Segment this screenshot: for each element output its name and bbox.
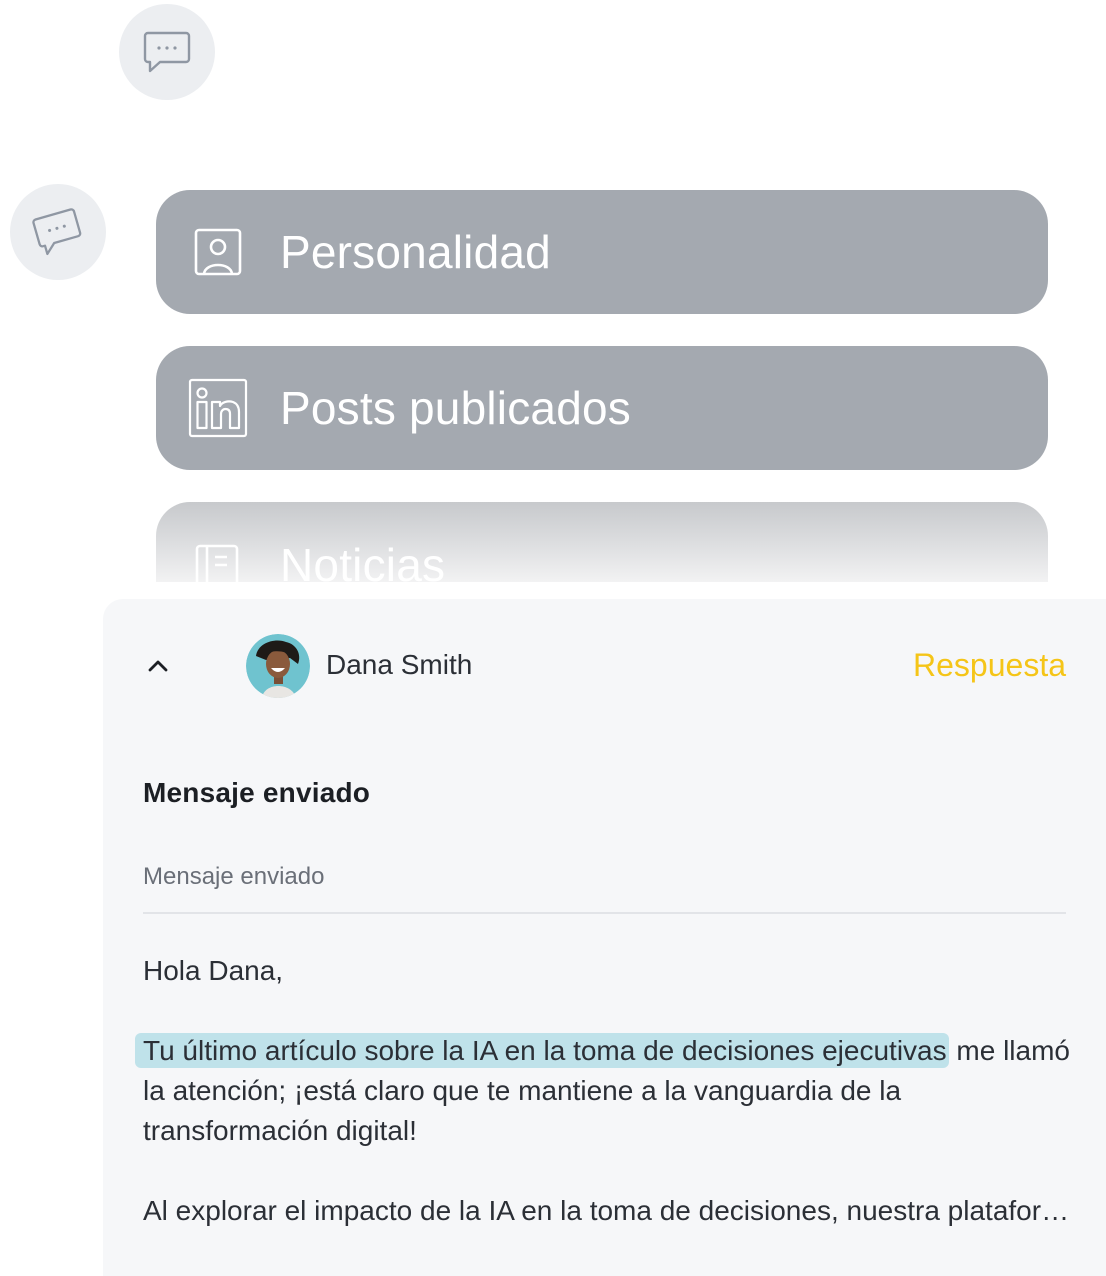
chevron-up-icon bbox=[148, 660, 168, 672]
highlighted-text: Tu último artículo sobre la IA en la tom… bbox=[135, 1033, 949, 1068]
profile-card-icon bbox=[188, 222, 248, 282]
contact-name: Dana Smith bbox=[326, 649, 473, 680]
chat-bubble-icon bbox=[10, 184, 106, 280]
collapse-button[interactable] bbox=[143, 651, 173, 681]
message-greeting: Hola Dana, bbox=[143, 955, 284, 986]
channel-label: Noticias bbox=[280, 539, 446, 582]
divider bbox=[143, 912, 1066, 914]
linkedin-icon bbox=[188, 378, 248, 438]
chat-bubble-icon bbox=[119, 4, 215, 100]
news-icon bbox=[188, 538, 248, 582]
message-subject: Mensaje enviado bbox=[143, 863, 325, 890]
message-paragraph: Al explorar el impacto de la IA en la to… bbox=[143, 1195, 1071, 1226]
message-card: Dana Smith Respuesta Mensaje enviado Men… bbox=[103, 599, 1106, 1276]
page: Personalidad Posts publicados Noticias D… bbox=[0, 0, 1106, 1276]
channel-posts-publicados[interactable]: Posts publicados bbox=[156, 346, 1048, 470]
channel-label: Personalidad bbox=[280, 226, 551, 278]
reply-link[interactable]: Respuesta bbox=[913, 647, 1066, 684]
channel-label: Posts publicados bbox=[280, 382, 631, 434]
message-body: Hola Dana, Tu último artículo sobre la I… bbox=[135, 951, 1071, 1231]
channel-personalidad[interactable]: Personalidad bbox=[156, 190, 1048, 314]
message-paragraph: Tu último artículo sobre la IA en la tom… bbox=[135, 1031, 1071, 1151]
avatar bbox=[246, 634, 310, 698]
channel-noticias[interactable]: Noticias bbox=[156, 502, 1048, 582]
section-title: Mensaje enviado bbox=[143, 777, 371, 808]
